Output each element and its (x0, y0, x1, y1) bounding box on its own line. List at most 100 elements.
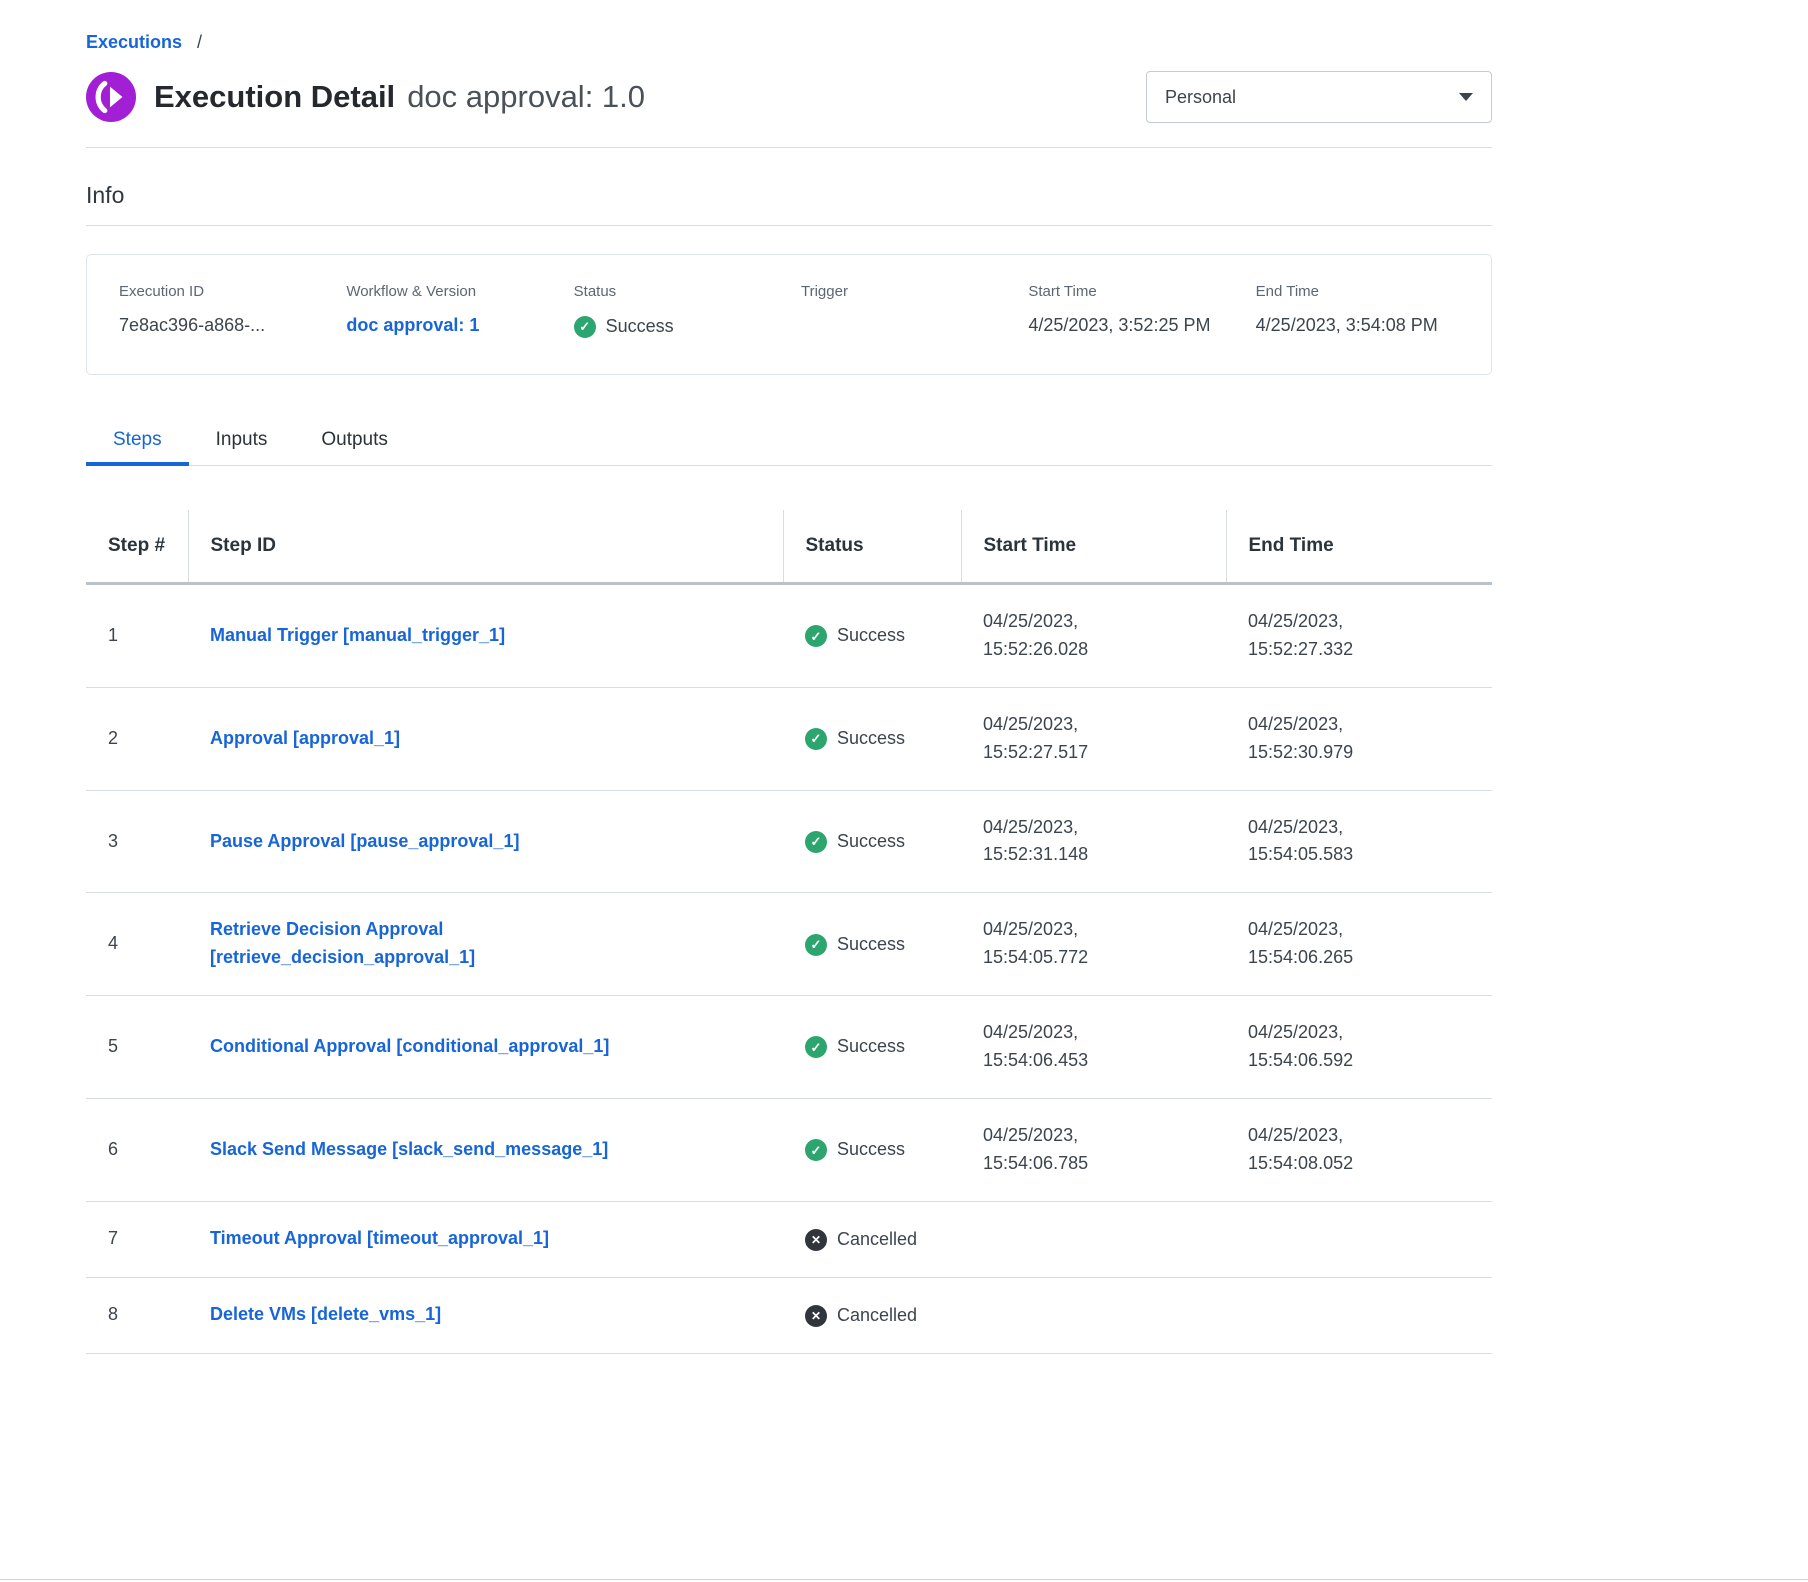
status-badge: Success (805, 1136, 905, 1164)
step-number: 1 (86, 584, 188, 688)
col-header-status: Status (783, 510, 961, 583)
end-time-cell: 04/25/2023, 15:52:30.979 (1226, 687, 1492, 790)
step-link[interactable]: Conditional Approval [conditional_approv… (210, 1033, 609, 1061)
header-divider (86, 147, 1492, 148)
end-time-value: 4/25/2023, 3:54:08 PM (1256, 312, 1456, 340)
info-field-status: Status Success (574, 283, 777, 340)
col-header-end-time: End Time (1226, 510, 1492, 583)
step-number: 8 (86, 1277, 188, 1353)
col-header-step-num: Step # (86, 510, 188, 583)
end-time-cell (1226, 1277, 1492, 1353)
status-icon (805, 934, 827, 956)
breadcrumb: Executions / (86, 32, 1492, 53)
start-time-cell (961, 1201, 1226, 1277)
status-label: Success (606, 313, 674, 341)
status-icon (805, 1139, 827, 1161)
status-label: Cancelled (837, 1226, 917, 1254)
end-time-cell: 04/25/2023, 15:54:08.052 (1226, 1098, 1492, 1201)
detail-tabs: Steps Inputs Outputs (86, 417, 1492, 466)
step-link[interactable]: Pause Approval [pause_approval_1] (210, 828, 519, 856)
end-time-cell: 04/25/2023, 15:52:27.332 (1226, 584, 1492, 688)
table-row: 3 Pause Approval [pause_approval_1] Succ… (86, 790, 1492, 893)
page-title: Execution Detail (154, 79, 395, 115)
table-row: 2 Approval [approval_1] Success 04/25/20… (86, 687, 1492, 790)
start-time-cell: 04/25/2023, 15:52:27.517 (961, 687, 1226, 790)
field-label: Trigger (801, 283, 1004, 300)
info-field-start-time: Start Time 4/25/2023, 3:52:25 PM (1028, 283, 1231, 340)
step-number: 2 (86, 687, 188, 790)
status-icon (805, 1036, 827, 1058)
start-time-cell: 04/25/2023, 15:54:06.785 (961, 1098, 1226, 1201)
table-row: 4 Retrieve Decision Approval [retrieve_d… (86, 893, 1492, 996)
scope-dropdown-value: Personal (1165, 87, 1236, 108)
step-number: 7 (86, 1201, 188, 1277)
chevron-down-icon (1459, 93, 1473, 101)
status-label: Success (837, 1136, 905, 1164)
table-row: 7 Timeout Approval [timeout_approval_1] … (86, 1201, 1492, 1277)
table-row: 8 Delete VMs [delete_vms_1] Cancelled (86, 1277, 1492, 1353)
step-number: 4 (86, 893, 188, 996)
status-badge: Success (574, 313, 674, 341)
status-badge: Cancelled (805, 1226, 917, 1254)
status-label: Success (837, 931, 905, 959)
step-link[interactable]: Manual Trigger [manual_trigger_1] (210, 622, 505, 650)
step-link[interactable]: Approval [approval_1] (210, 725, 400, 753)
end-time-cell (1226, 1201, 1492, 1277)
step-number: 5 (86, 996, 188, 1099)
start-time-cell: 04/25/2023, 15:54:05.772 (961, 893, 1226, 996)
step-link[interactable]: Retrieve Decision Approval [retrieve_dec… (210, 916, 710, 972)
status-label: Success (837, 1033, 905, 1061)
breadcrumb-separator: / (197, 32, 202, 52)
tab-outputs[interactable]: Outputs (294, 417, 415, 465)
field-label: Workflow & Version (346, 283, 549, 300)
status-icon (805, 1229, 827, 1251)
status-icon (805, 728, 827, 750)
end-time-cell: 04/25/2023, 15:54:06.592 (1226, 996, 1492, 1099)
info-divider (86, 225, 1492, 226)
status-label: Cancelled (837, 1302, 917, 1330)
info-card: Execution ID 7e8ac396-a868-... Workflow … (86, 254, 1492, 375)
status-badge: Cancelled (805, 1302, 917, 1330)
step-link[interactable]: Delete VMs [delete_vms_1] (210, 1301, 441, 1329)
step-number: 6 (86, 1098, 188, 1201)
status-icon (805, 831, 827, 853)
status-label: Success (837, 828, 905, 856)
tab-inputs[interactable]: Inputs (189, 417, 295, 465)
start-time-cell: 04/25/2023, 15:52:26.028 (961, 584, 1226, 688)
status-badge: Success (805, 931, 905, 959)
breadcrumb-executions-link[interactable]: Executions (86, 32, 182, 52)
workflow-brand-icon (86, 72, 136, 122)
page-subtitle: doc approval: 1.0 (407, 79, 645, 115)
table-row: 6 Slack Send Message [slack_send_message… (86, 1098, 1492, 1201)
info-section-title: Info (86, 182, 1492, 209)
field-label: Start Time (1028, 283, 1231, 300)
success-icon (574, 316, 596, 338)
tab-steps[interactable]: Steps (86, 417, 189, 465)
end-time-cell: 04/25/2023, 15:54:05.583 (1226, 790, 1492, 893)
start-time-value: 4/25/2023, 3:52:25 PM (1028, 312, 1228, 340)
info-field-execution-id: Execution ID 7e8ac396-a868-... (119, 283, 322, 340)
table-header-row: Step # Step ID Status Start Time End Tim… (86, 510, 1492, 583)
info-field-end-time: End Time 4/25/2023, 3:54:08 PM (1256, 283, 1459, 340)
scope-dropdown[interactable]: Personal (1146, 71, 1492, 123)
status-icon (805, 1305, 827, 1327)
workflow-version-link[interactable]: doc approval: 1 (346, 315, 479, 335)
step-link[interactable]: Timeout Approval [timeout_approval_1] (210, 1225, 549, 1253)
status-label: Success (837, 622, 905, 650)
table-row: 1 Manual Trigger [manual_trigger_1] Succ… (86, 584, 1492, 688)
status-icon (805, 625, 827, 647)
field-label: End Time (1256, 283, 1459, 300)
start-time-cell: 04/25/2023, 15:52:31.148 (961, 790, 1226, 893)
col-header-start-time: Start Time (961, 510, 1226, 583)
status-label: Success (837, 725, 905, 753)
bottom-divider (0, 1579, 1808, 1580)
step-link[interactable]: Slack Send Message [slack_send_message_1… (210, 1136, 608, 1164)
status-badge: Success (805, 622, 905, 650)
info-field-workflow-version: Workflow & Version doc approval: 1 (346, 283, 549, 340)
field-label: Status (574, 283, 777, 300)
status-badge: Success (805, 725, 905, 753)
steps-table: Step # Step ID Status Start Time End Tim… (86, 510, 1492, 1353)
col-header-step-id: Step ID (188, 510, 783, 583)
table-row: 5 Conditional Approval [conditional_appr… (86, 996, 1492, 1099)
status-badge: Success (805, 1033, 905, 1061)
